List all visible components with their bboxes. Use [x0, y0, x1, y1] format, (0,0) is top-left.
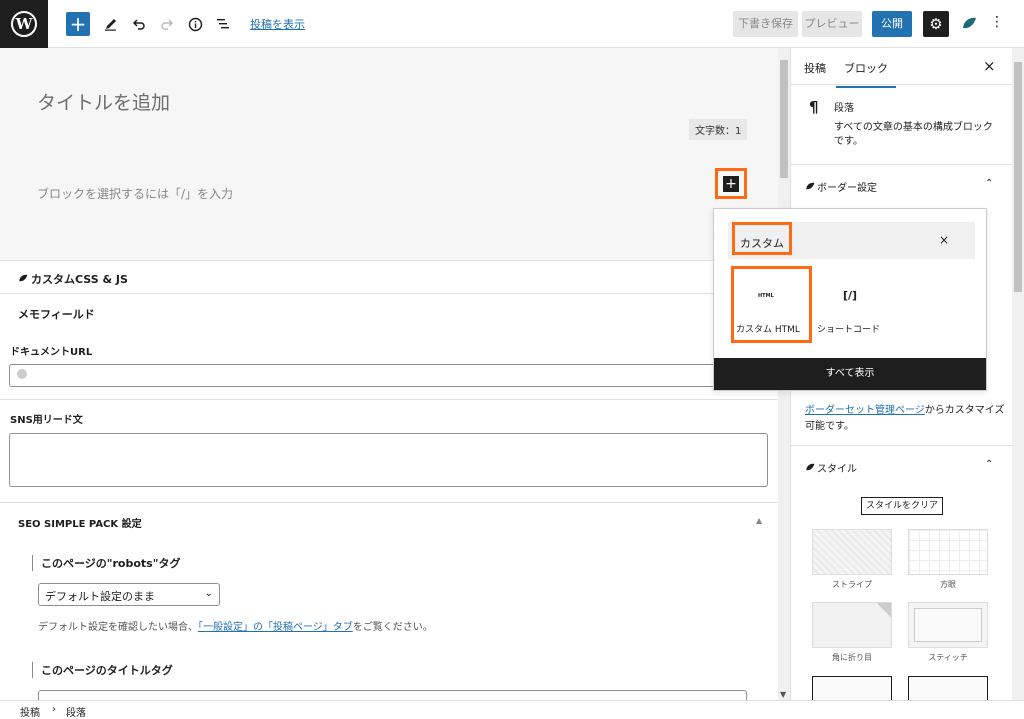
add-block-button[interactable]: + [66, 12, 90, 36]
border-settings-title: ボーダー設定 [817, 183, 877, 194]
chevron-up-icon[interactable]: ⌃ [985, 178, 993, 189]
border-settings-panel[interactable]: ボーダー設定 ⌃ [791, 164, 1012, 204]
close-sidebar-icon[interactable]: × [983, 57, 996, 75]
style-folded-corner-label: 角に折り目 [832, 653, 872, 662]
wordpress-logo-icon: W [11, 11, 37, 37]
style-stitch-label: スティッチ [928, 653, 968, 662]
info-icon[interactable] [183, 12, 207, 36]
wordpress-logo-button[interactable]: W [0, 0, 48, 48]
plugin-leaf-icon[interactable] [961, 15, 977, 31]
editor-content: タイトルを追加 文字数：1 ブロックを選択するには「/」を入力 + カスタムCS… [0, 48, 778, 700]
style-folded-corner[interactable] [812, 602, 892, 648]
undo-icon[interactable] [127, 12, 151, 36]
sidebar-scroll-thumb[interactable] [1014, 62, 1022, 292]
paragraph-block-placeholder[interactable]: ブロックを選択するには「/」を入力 [37, 185, 233, 202]
settings-gear-icon[interactable]: ⚙ [923, 11, 949, 37]
title-tag-input[interactable] [38, 690, 747, 700]
post-title-input[interactable]: タイトルを追加 [37, 88, 170, 115]
sns-lead-label: SNS用リード文 [10, 415, 83, 426]
general-settings-link[interactable]: 「一般設定」の「投稿ページ」タブ [198, 622, 353, 633]
editor-toolbar: W + 投稿を表示 下書き保存 プレビュー 公開 ⚙ ⋮ [0, 0, 1024, 48]
robots-help-text: デフォルト設定を確認したい場合、「一般設定」の「投稿ページ」タブをご覧ください。 [38, 618, 433, 633]
publish-button[interactable]: 公開 [872, 11, 912, 37]
save-draft-button[interactable]: 下書き保存 [733, 11, 798, 37]
breadcrumb: 投稿 › 段落 [0, 700, 1024, 719]
scroll-down-arrow-icon[interactable]: ▼ [780, 690, 786, 699]
block-inserter-popover: カスタム × HTML カスタム HTML [/] ショートコード すべて表示 [713, 208, 987, 391]
sns-lead-textarea[interactable] [9, 433, 768, 487]
html-icon: HTML [758, 293, 774, 299]
robots-select-value: デフォルト設定のまま [45, 590, 155, 603]
leaf-icon [19, 274, 28, 282]
shortcode-block-option[interactable]: [/] ショートコード [814, 269, 889, 340]
custom-css-js-panel[interactable]: カスタムCSS & JS [0, 260, 778, 293]
breadcrumb-post[interactable]: 投稿 [20, 704, 40, 719]
tab-block[interactable]: ブロック [836, 60, 896, 88]
document-url-input[interactable] [9, 364, 768, 387]
chevron-down-icon: ⌄ [204, 588, 213, 599]
help-prefix: デフォルト設定を確認したい場合、 [38, 622, 198, 633]
breadcrumb-separator: › [52, 704, 56, 715]
help-suffix: をご覧ください。 [352, 622, 433, 633]
border-set-note: ボーダーセット管理ページからカスタマイズ可能です。 [805, 403, 1005, 435]
custom-css-js-title: カスタムCSS & JS [31, 273, 128, 286]
style-box-2[interactable] [908, 676, 988, 700]
show-post-link[interactable]: 投稿を表示 [250, 16, 305, 32]
robots-heading: このページの"robots"タグ [32, 555, 180, 571]
chevron-up-icon[interactable]: ⌃ [985, 459, 993, 470]
style-panel-title: スタイル [817, 464, 857, 475]
border-set-admin-link[interactable]: ボーダーセット管理ページ [805, 405, 925, 416]
memo-field-title: メモフィールド [18, 308, 95, 321]
block-editor-screen: W + 投稿を表示 下書き保存 プレビュー 公開 ⚙ ⋮ タイトルを追加 文字数… [0, 0, 1024, 719]
sidebar-tabs: 投稿 ブロック × [791, 48, 1012, 88]
sidebar-scrollbar[interactable] [1012, 48, 1024, 700]
block-inserter-button[interactable]: + [723, 176, 739, 192]
leaf-icon [806, 463, 815, 471]
clear-style-button[interactable]: スタイルをクリア [861, 497, 943, 515]
more-options-icon[interactable]: ⋮ [990, 14, 1004, 30]
breadcrumb-paragraph[interactable]: 段落 [66, 704, 86, 719]
preview-button[interactable]: プレビュー [802, 11, 862, 37]
leaf-icon [806, 182, 815, 190]
memo-field-panel: メモフィールド ドキュメントURL [0, 293, 778, 403]
style-box-1[interactable] [812, 676, 892, 700]
title-tag-heading: このページのタイトルタグ [32, 662, 173, 678]
block-name: 段落 [834, 103, 854, 114]
char-count-badge: 文字数：1 [689, 119, 748, 140]
custom-html-block-option[interactable]: HTML カスタム HTML [734, 269, 809, 340]
clear-search-icon[interactable]: × [939, 233, 949, 247]
redo-icon[interactable] [155, 12, 179, 36]
pencil-icon[interactable] [99, 12, 123, 36]
sns-lead-panel: SNS用リード文 [0, 399, 778, 502]
style-panel[interactable]: スタイル ⌃ [791, 445, 1012, 485]
editor-scroll-thumb[interactable] [780, 60, 788, 178]
style-stripe-label: ストライプ [832, 580, 872, 589]
paragraph-icon: ¶ [809, 98, 819, 116]
style-grid[interactable] [908, 529, 988, 575]
seo-simple-pack-title[interactable]: SEO SIMPLE PACK 設定 [18, 515, 142, 530]
list-view-icon[interactable] [211, 12, 235, 36]
tab-post[interactable]: 投稿 [804, 60, 826, 76]
shortcode-icon: [/] [843, 289, 858, 302]
custom-html-label: カスタム HTML [736, 325, 800, 335]
shortcode-label: ショートコード [817, 325, 881, 335]
document-url-label: ドキュメントURL [10, 347, 93, 358]
editor-canvas: タイトルを追加 文字数：1 ブロックを選択するには「/」を入力 + [0, 48, 778, 260]
block-description: すべての文章の基本の構成ブロックです。 [834, 122, 993, 147]
globe-icon [17, 369, 27, 379]
style-stripe[interactable] [812, 529, 892, 575]
robots-select[interactable]: デフォルト設定のまま ⌄ [38, 583, 220, 606]
show-all-button[interactable]: すべて表示 [714, 358, 986, 390]
style-stitch[interactable] [908, 602, 988, 648]
collapse-caret-icon[interactable]: ▲ [756, 516, 762, 525]
block-search-value: カスタム [740, 237, 784, 250]
style-grid-label: 方眼 [940, 580, 956, 589]
